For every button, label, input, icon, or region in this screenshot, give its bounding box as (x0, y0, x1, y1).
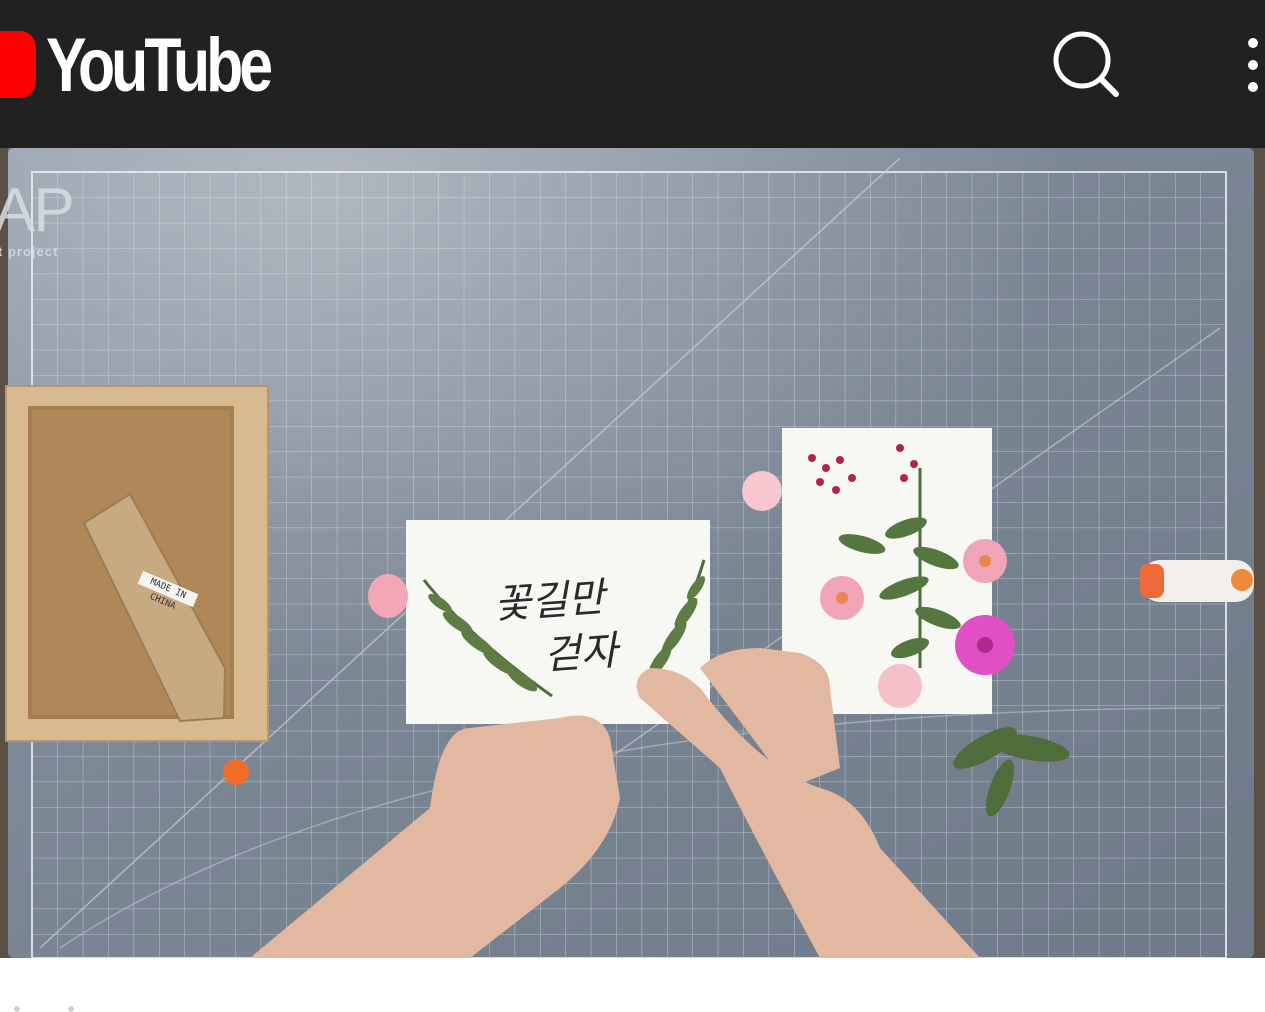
top-app-bar: YouTube (0, 0, 1265, 148)
video-details-area (0, 958, 1265, 1012)
video-frame (0, 148, 1265, 958)
search-icon (1053, 31, 1119, 97)
watermark-title: AP (0, 176, 75, 245)
search-button[interactable] (1040, 22, 1132, 114)
more-options-button[interactable] (1222, 22, 1265, 114)
more-vertical-icon (1248, 38, 1258, 92)
card-text-line-2: 걷자 (542, 627, 619, 679)
card-calligraphy-text: 꽃길만 걷자 (492, 568, 649, 688)
loading-placeholder (14, 1006, 74, 1012)
photo-frame-object (5, 385, 269, 742)
glue-bottle (1140, 560, 1254, 602)
logo-wordmark: YouTube (46, 23, 273, 108)
watermark-subtitle: t project (0, 244, 59, 259)
youtube-play-icon (0, 31, 36, 98)
channel-watermark: AP t project (0, 176, 75, 260)
video-player[interactable]: AP t project 꽃길만 걷자 MADE IN CHINA (0, 148, 1265, 958)
